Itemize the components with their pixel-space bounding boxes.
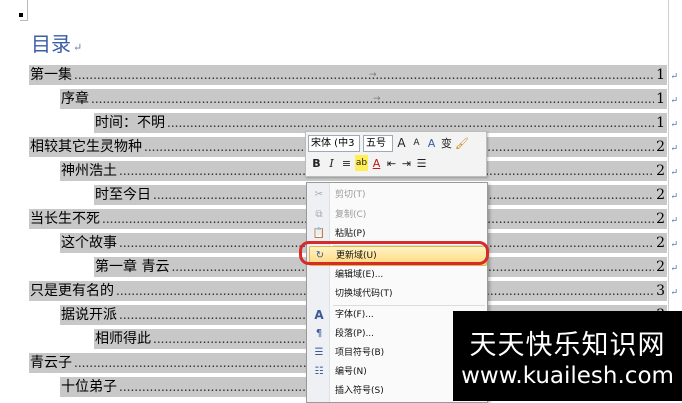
toc-entry-text: 只是更有名的 <box>30 283 114 299</box>
paragraph-mark: ↵ <box>670 288 678 298</box>
toc-entry-text: 当长生不死 <box>30 211 100 227</box>
menu-item-label: 编号(N) <box>335 367 367 377</box>
menu-item-label: 字体(F)... <box>335 310 374 320</box>
paragraph-mark: ↵ <box>670 168 678 178</box>
shrink-font-button[interactable]: A <box>410 135 423 151</box>
font-icon: A <box>314 308 324 322</box>
bullets-button[interactable]: ☰ <box>415 155 428 171</box>
toc-entry[interactable]: 第一集 ....................................… <box>29 65 678 85</box>
menu-item-label: 复制(C) <box>335 210 367 220</box>
toc-entry[interactable]: 时间：不明 ..................................… <box>94 113 678 133</box>
italic-button[interactable]: I <box>325 155 338 171</box>
copy-icon: ⧉ <box>315 209 323 220</box>
toc-entry-text: 时间：不明 <box>95 115 165 131</box>
toc-page-number: 1 <box>656 91 665 107</box>
menu-item-label: 编辑域(E)... <box>335 270 384 280</box>
toc-entry-text: 这个故事 <box>61 235 117 251</box>
toc-entry-text: 神州浩土 <box>61 163 117 179</box>
format-painter-icon[interactable]: 🖌 <box>455 135 469 151</box>
toc-page-number: 2 <box>656 211 665 227</box>
paragraph-mark: ↵ <box>670 72 678 82</box>
paragraph-mark: ↵ <box>670 120 678 130</box>
font-size-box[interactable]: 五号 <box>363 134 393 152</box>
toc-entry-text: 青云子 <box>30 355 72 371</box>
margin-guide-horizontal <box>20 20 28 21</box>
toc-entry-text: 相师得此 <box>95 331 151 347</box>
toc-page-number: 2 <box>656 163 665 179</box>
menu-item-label: 段落(P)... <box>335 329 375 339</box>
toc-entry-text: 第一章 青云 <box>95 259 170 275</box>
toc-leader: ........................................… <box>74 68 654 82</box>
paragraph-mark: ↵ <box>670 264 678 274</box>
highlight-color-button[interactable]: ab <box>355 155 368 171</box>
numbering-icon: ☷ <box>314 366 324 377</box>
highlight-annotation-oval <box>299 241 489 265</box>
menu-item-label: 切换域代码(T) <box>335 289 393 299</box>
paragraph-mark: ↵ <box>73 41 83 54</box>
toc-heading[interactable]: 目录 ↵ <box>31 28 82 57</box>
menu-item-label: 剪切(T) <box>335 190 366 200</box>
styles-button[interactable]: A <box>425 135 438 151</box>
menu-item-cut[interactable]: ✂ 剪切(T) <box>309 186 485 204</box>
menu-item-label: 项目符号(B) <box>335 348 385 358</box>
cut-icon: ✂ <box>314 189 324 200</box>
toc-heading-text: 目录 <box>31 32 71 56</box>
tab-mark-icon: → <box>369 70 377 80</box>
toc-page-number: 2 <box>656 187 665 203</box>
page-corner-marker <box>19 13 23 17</box>
decrease-indent-button[interactable]: ⇤ <box>385 155 398 171</box>
tab-mark-icon: → <box>373 94 381 104</box>
paragraph-mark: ↵ <box>670 96 678 106</box>
toc-entry-text: 十位弟子 <box>61 379 117 395</box>
toc-entry-text: 据说开派 <box>61 307 117 323</box>
toc-page-number: 1 <box>656 115 665 131</box>
mini-format-toolbar: 宋体 (中3 五号 A A A 变 🖌 B I ≡ ab A ⇤ ⇥ ☰ <box>305 131 487 177</box>
toc-entry-text: 序章 <box>61 91 89 107</box>
bullets-icon: ☰ <box>314 347 324 358</box>
center-align-button[interactable]: ≡ <box>340 155 353 171</box>
watermark-title: 天天快乐知识网 <box>469 330 666 361</box>
toc-entry-text: 相较其它生灵物种 <box>30 139 142 155</box>
toc-page-number: 3 <box>656 283 665 299</box>
paragraph-mark: ↵ <box>670 144 678 154</box>
phonetic-guide-button[interactable]: 变 <box>440 135 453 151</box>
toc-page-number: 2 <box>656 139 665 155</box>
menu-item-edit-field[interactable]: 编辑域(E)... <box>309 266 485 284</box>
paragraph-mark: ↵ <box>670 216 678 226</box>
grow-font-button[interactable]: A <box>395 135 408 151</box>
menu-item-label: 插入符号(S) <box>335 386 384 396</box>
paragraph-mark: ↵ <box>670 240 678 250</box>
font-name-box[interactable]: 宋体 (中3 <box>308 134 360 152</box>
toc-page-number: 2 <box>656 235 665 251</box>
toc-page-number: 2 <box>656 259 665 275</box>
toc-entry-text: 时至今日 <box>95 187 151 203</box>
bold-button[interactable]: B <box>310 155 323 171</box>
font-color-button[interactable]: A <box>370 155 383 171</box>
watermark-url: www.kuailesh.com <box>461 363 674 389</box>
menu-item-copy[interactable]: ⧉ 复制(C) <box>309 206 485 224</box>
menu-item-toggle-field-codes[interactable]: 切换域代码(T) <box>309 285 485 303</box>
watermark: 天天快乐知识网 www.kuailesh.com <box>453 311 682 401</box>
toc-entry[interactable]: 序章 .....................................… <box>60 89 678 109</box>
toc-leader: ........................................… <box>167 116 654 130</box>
increase-indent-button[interactable]: ⇥ <box>400 155 413 171</box>
margin-guide-vertical <box>27 0 28 20</box>
toc-entry-text: 第一集 <box>30 67 72 83</box>
toc-page-number: 1 <box>656 67 665 83</box>
paragraph-mark: ↵ <box>670 192 678 202</box>
paragraph-icon: ¶ <box>315 328 323 339</box>
